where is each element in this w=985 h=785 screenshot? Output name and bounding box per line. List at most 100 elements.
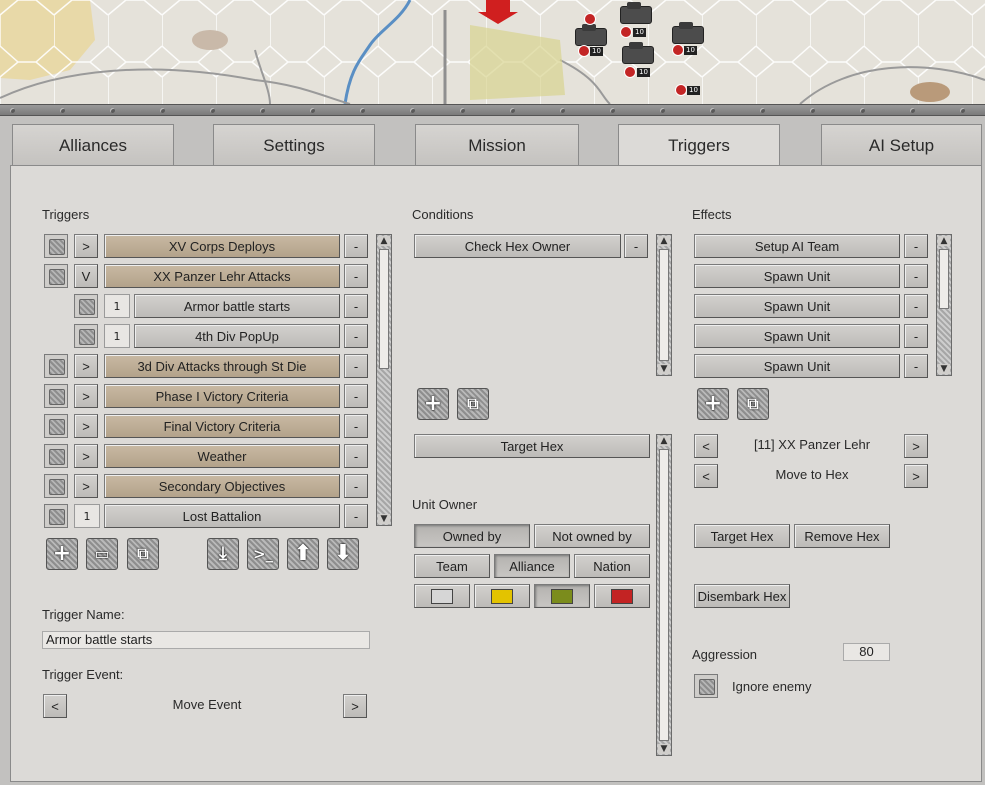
remove-effect-button[interactable]: - <box>904 324 928 348</box>
action-prev-button[interactable]: < <box>694 464 718 488</box>
remove-trigger-button[interactable]: - <box>344 324 368 348</box>
trigger-item[interactable]: Phase I Victory Criteria <box>104 384 340 408</box>
copy-effect-button[interactable]: ⧉ <box>737 388 769 420</box>
remove-trigger-button[interactable]: - <box>344 504 368 528</box>
scroll-down-icon[interactable]: ▼ <box>658 364 670 374</box>
trigger-enable-checkbox[interactable] <box>74 324 98 348</box>
effect-item[interactable]: Spawn Unit <box>694 294 900 318</box>
trigger-expand-button[interactable]: > <box>74 234 98 258</box>
event-next-button[interactable]: > <box>343 694 367 718</box>
trigger-item[interactable]: XX Panzer Lehr Attacks <box>104 264 340 288</box>
event-prev-button[interactable]: < <box>43 694 67 718</box>
remove-effect-button[interactable]: - <box>904 264 928 288</box>
team-toggle[interactable]: Team <box>414 554 490 578</box>
trigger-item[interactable]: 3d Div Attacks through St Die <box>104 354 340 378</box>
effect-target-hex-button[interactable]: Target Hex <box>694 524 790 548</box>
scroll-up-icon[interactable]: ▲ <box>658 236 670 246</box>
alliance-color-button[interactable] <box>594 584 650 608</box>
trigger-item[interactable]: 4th Div PopUp <box>134 324 340 348</box>
trigger-item[interactable]: Weather <box>104 444 340 468</box>
trigger-enable-checkbox[interactable] <box>44 354 68 378</box>
alliance-color-button[interactable] <box>474 584 530 608</box>
tab-ai-setup[interactable]: AI Setup <box>821 124 982 166</box>
add-effect-button[interactable]: + <box>697 388 729 420</box>
remove-trigger-button[interactable]: - <box>344 234 368 258</box>
trigger-enable-checkbox[interactable] <box>44 264 68 288</box>
remove-trigger-button[interactable]: - <box>344 444 368 468</box>
disembark-hex-button[interactable]: Disembark Hex <box>694 584 790 608</box>
new-folder-button[interactable]: ▭ <box>86 538 118 570</box>
trigger-expand-button[interactable]: > <box>74 414 98 438</box>
scroll-down-icon[interactable]: ▼ <box>658 744 670 754</box>
tank-unit[interactable] <box>622 42 654 64</box>
remove-trigger-button[interactable]: - <box>344 354 368 378</box>
trigger-item[interactable]: Secondary Objectives <box>104 474 340 498</box>
action-next-button[interactable]: > <box>904 464 928 488</box>
tab-settings[interactable]: Settings <box>213 124 375 166</box>
move-down-button[interactable]: ⬇ <box>327 538 359 570</box>
remove-hex-button[interactable]: Remove Hex <box>794 524 890 548</box>
remove-effect-button[interactable]: - <box>904 294 928 318</box>
condition-detail-scrollbar[interactable]: ▲ ▼ <box>656 434 672 756</box>
trigger-item[interactable]: XV Corps Deploys <box>104 234 340 258</box>
remove-trigger-button[interactable]: - <box>344 474 368 498</box>
tab-alliances[interactable]: Alliances <box>12 124 174 166</box>
trigger-item[interactable]: Final Victory Criteria <box>104 414 340 438</box>
effect-item[interactable]: Spawn Unit <box>694 354 900 378</box>
trigger-enable-checkbox[interactable] <box>44 474 68 498</box>
trigger-enable-checkbox[interactable] <box>44 504 68 528</box>
trigger-enable-checkbox[interactable] <box>44 444 68 468</box>
import-trigger-button[interactable]: ⤓ <box>207 538 239 570</box>
alliance-color-button[interactable] <box>534 584 590 608</box>
scroll-up-icon[interactable]: ▲ <box>378 236 390 246</box>
tab-mission[interactable]: Mission <box>415 124 579 166</box>
add-condition-button[interactable]: + <box>417 388 449 420</box>
remove-trigger-button[interactable]: - <box>344 414 368 438</box>
trigger-expand-button[interactable]: V <box>74 264 98 288</box>
remove-trigger-button[interactable]: - <box>344 264 368 288</box>
alliance-color-button[interactable] <box>414 584 470 608</box>
effects-scrollbar[interactable]: ▲ ▼ <box>936 234 952 376</box>
console-button[interactable]: >_ <box>247 538 279 570</box>
ignore-enemy-checkbox[interactable] <box>694 674 718 698</box>
team-prev-button[interactable]: < <box>694 434 718 458</box>
trigger-enable-checkbox[interactable] <box>74 294 98 318</box>
scroll-thumb[interactable] <box>939 249 949 309</box>
add-trigger-button[interactable]: + <box>46 538 78 570</box>
alliance-toggle[interactable]: Alliance <box>494 554 570 578</box>
trigger-item[interactable]: Lost Battalion <box>104 504 340 528</box>
team-next-button[interactable]: > <box>904 434 928 458</box>
remove-trigger-button[interactable]: - <box>344 384 368 408</box>
nation-toggle[interactable]: Nation <box>574 554 650 578</box>
effect-item[interactable]: Spawn Unit <box>694 324 900 348</box>
trigger-enable-checkbox[interactable] <box>44 234 68 258</box>
tank-unit[interactable] <box>575 24 607 46</box>
scroll-down-icon[interactable]: ▼ <box>378 514 390 524</box>
trigger-item[interactable]: Armor battle starts <box>134 294 340 318</box>
scroll-thumb[interactable] <box>659 249 669 361</box>
scroll-thumb[interactable] <box>379 249 389 369</box>
aggression-field[interactable]: 80 <box>843 643 890 661</box>
condition-target-hex-button[interactable]: Target Hex <box>414 434 650 458</box>
move-up-button[interactable]: ⬆ <box>287 538 319 570</box>
condition-item[interactable]: Check Hex Owner <box>414 234 621 258</box>
owned-by-toggle[interactable]: Owned by <box>414 524 530 548</box>
remove-trigger-button[interactable]: - <box>344 294 368 318</box>
trigger-expand-button[interactable]: > <box>74 444 98 468</box>
map-view[interactable]: 10 10 10 10 10 <box>0 0 985 104</box>
copy-condition-button[interactable]: ⧉ <box>457 388 489 420</box>
scroll-up-icon[interactable]: ▲ <box>658 436 670 446</box>
remove-effect-button[interactable]: - <box>904 234 928 258</box>
trigger-list-scrollbar[interactable]: ▲ ▼ <box>376 234 392 526</box>
remove-condition-button[interactable]: - <box>624 234 648 258</box>
effect-item[interactable]: Setup AI Team <box>694 234 900 258</box>
trigger-name-field[interactable]: Armor battle starts <box>42 631 370 649</box>
effect-item[interactable]: Spawn Unit <box>694 264 900 288</box>
scroll-thumb[interactable] <box>659 449 669 741</box>
scroll-up-icon[interactable]: ▲ <box>938 236 950 246</box>
trigger-expand-button[interactable]: > <box>74 384 98 408</box>
trigger-expand-button[interactable]: > <box>74 474 98 498</box>
conditions-scrollbar[interactable]: ▲ ▼ <box>656 234 672 376</box>
remove-effect-button[interactable]: - <box>904 354 928 378</box>
tank-unit[interactable] <box>620 2 652 24</box>
